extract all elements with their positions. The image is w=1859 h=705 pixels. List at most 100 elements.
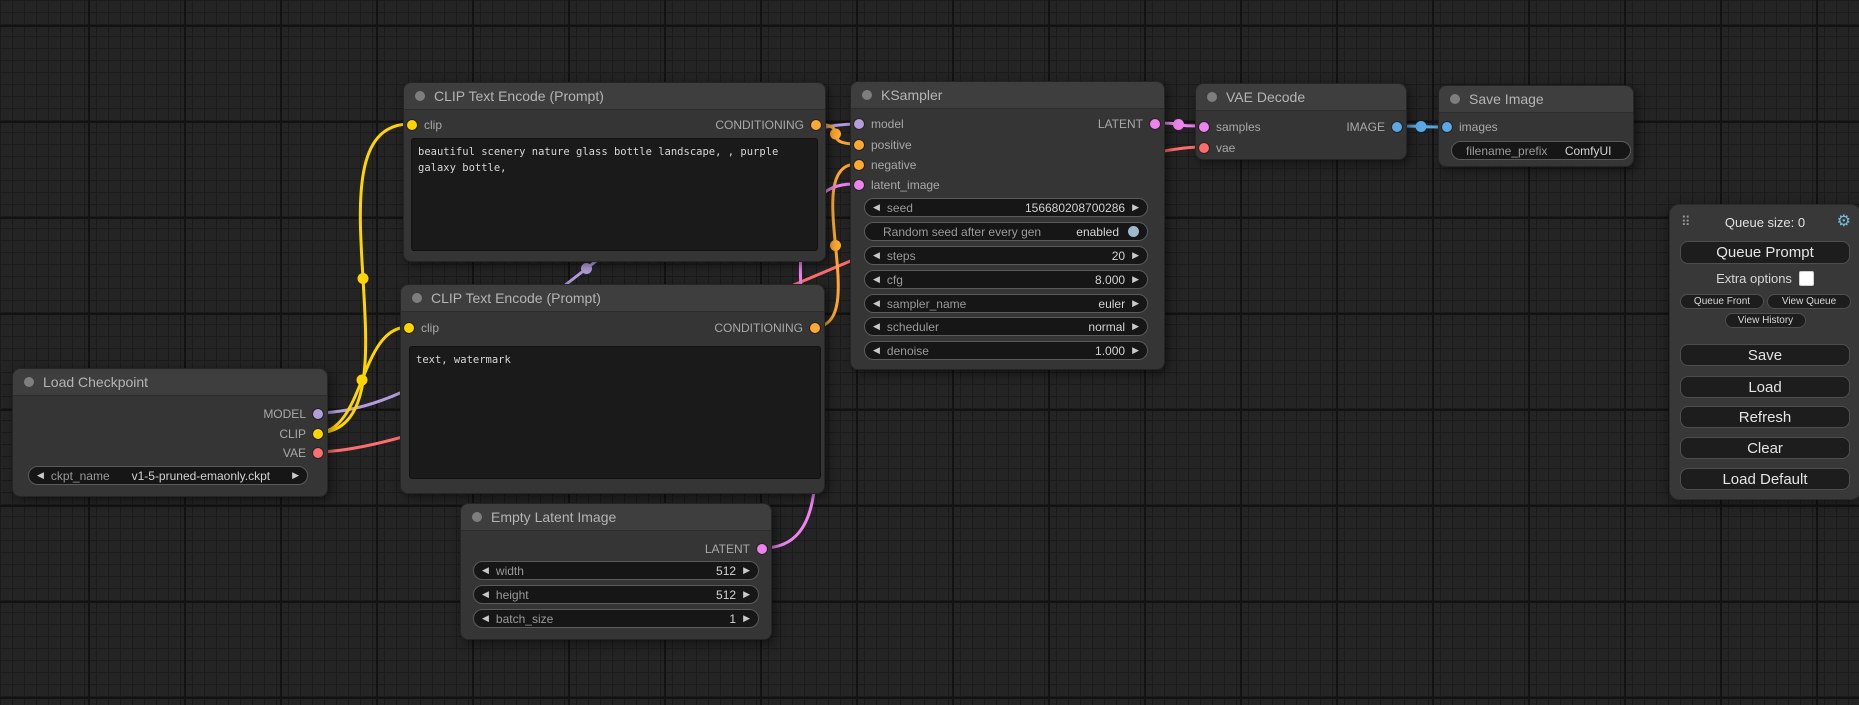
steps-widget[interactable]: ◀ steps 20 ▶ — [864, 246, 1148, 265]
arrow-left-icon[interactable]: ◀ — [873, 203, 880, 212]
widget-value: 156680208700286 — [1025, 201, 1125, 215]
sampler-name-widget[interactable]: ◀ sampler_name euler ▶ — [864, 294, 1148, 313]
filename-prefix-widget[interactable]: filename_prefix ComfyUI — [1451, 141, 1631, 160]
collapse-dot-icon[interactable] — [472, 512, 482, 522]
output-dot-conditioning[interactable] — [811, 120, 821, 130]
node-title-bar[interactable]: VAE Decode — [1196, 84, 1406, 111]
extra-options-checkbox[interactable] — [1799, 271, 1814, 286]
output-dot-conditioning[interactable] — [810, 323, 820, 333]
denoise-widget[interactable]: ◀ denoise 1.000 ▶ — [864, 341, 1148, 360]
arrow-left-icon[interactable]: ◀ — [873, 346, 880, 355]
prompt-textarea[interactable]: text, watermark — [409, 346, 821, 479]
toggle-enabled-icon[interactable] — [1128, 226, 1139, 237]
height-widget[interactable]: ◀ height 512 ▶ — [473, 585, 759, 604]
arrow-right-icon[interactable]: ▶ — [1132, 203, 1139, 212]
random-seed-widget[interactable]: Random seed after every gen enabled — [864, 222, 1148, 241]
collapse-dot-icon[interactable] — [862, 90, 872, 100]
collapse-dot-icon[interactable] — [415, 91, 425, 101]
arrow-left-icon[interactable]: ◀ — [482, 590, 489, 599]
arrow-left-icon[interactable]: ◀ — [873, 322, 880, 331]
node-title-bar[interactable]: Load Checkpoint — [13, 369, 327, 396]
slot-label: images — [1459, 120, 1498, 134]
arrow-left-icon[interactable]: ◀ — [873, 299, 880, 308]
arrow-left-icon[interactable]: ◀ — [482, 566, 489, 575]
node-vae-decode[interactable]: VAE Decode samples vae IMAGE — [1195, 83, 1407, 160]
view-history-button[interactable]: View History — [1725, 313, 1806, 328]
node-title-bar[interactable]: CLIP Text Encode (Prompt) — [401, 285, 824, 312]
queue-front-button[interactable]: Queue Front — [1680, 294, 1764, 309]
prompt-textarea[interactable]: beautiful scenery nature glass bottle la… — [411, 138, 818, 251]
arrow-right-icon[interactable]: ▶ — [743, 566, 750, 575]
input-dot-vae[interactable] — [1199, 143, 1209, 153]
output-dot-vae[interactable] — [313, 448, 323, 458]
input-slot-positive: positive — [854, 135, 912, 155]
slot-label: MODEL — [263, 407, 306, 421]
drag-handle-icon[interactable]: ⠿ — [1681, 214, 1691, 230]
load-button[interactable]: Load — [1680, 376, 1850, 398]
output-dot-clip[interactable] — [313, 429, 323, 439]
ckpt-name-widget[interactable]: ◀ ckpt_name v1-5-pruned-emaonly.ckpt ▶ — [28, 466, 308, 485]
collapse-dot-icon[interactable] — [24, 377, 34, 387]
queue-prompt-button[interactable]: Queue Prompt — [1680, 241, 1850, 264]
collapse-dot-icon[interactable] — [1450, 94, 1460, 104]
node-title-bar[interactable]: Empty Latent Image — [461, 504, 771, 531]
arrow-right-icon[interactable]: ▶ — [1132, 299, 1139, 308]
arrow-right-icon[interactable]: ▶ — [1132, 322, 1139, 331]
slot-label: model — [871, 117, 904, 131]
arrow-right-icon[interactable]: ▶ — [1132, 346, 1139, 355]
clear-button[interactable]: Clear — [1680, 437, 1850, 459]
node-title-bar[interactable]: CLIP Text Encode (Prompt) — [404, 83, 825, 110]
input-dot-negative[interactable] — [854, 160, 864, 170]
input-slot-vae: vae — [1199, 138, 1235, 158]
load-default-button[interactable]: Load Default — [1680, 468, 1850, 490]
node-clip-text-encode-positive[interactable]: CLIP Text Encode (Prompt) clip CONDITION… — [403, 82, 826, 262]
arrow-right-icon[interactable]: ▶ — [1132, 275, 1139, 284]
slot-label: latent_image — [871, 178, 940, 192]
arrow-right-icon[interactable]: ▶ — [743, 614, 750, 623]
arrow-right-icon[interactable]: ▶ — [1132, 251, 1139, 260]
width-widget[interactable]: ◀ width 512 ▶ — [473, 561, 759, 580]
view-queue-button[interactable]: View Queue — [1767, 294, 1851, 309]
arrow-right-icon[interactable]: ▶ — [743, 590, 750, 599]
arrow-left-icon[interactable]: ◀ — [37, 471, 44, 480]
input-dot-clip[interactable] — [407, 120, 417, 130]
input-dot-latent-image[interactable] — [854, 180, 864, 190]
input-dot-images[interactable] — [1442, 122, 1452, 132]
arrow-right-icon[interactable]: ▶ — [292, 471, 299, 480]
graph-canvas[interactable]: Load Checkpoint MODEL CLIP VAE ◀ ckpt_na… — [0, 0, 1859, 705]
arrow-left-icon[interactable]: ◀ — [873, 251, 880, 260]
output-dot-latent[interactable] — [1150, 119, 1160, 129]
node-ksampler[interactable]: KSampler model positive negative latent_… — [850, 81, 1165, 370]
output-dot-model[interactable] — [313, 409, 323, 419]
node-empty-latent-image[interactable]: Empty Latent Image LATENT ◀ width 512 ▶ … — [460, 503, 772, 640]
slot-label: negative — [871, 158, 916, 172]
widget-label: batch_size — [496, 612, 553, 626]
node-save-image[interactable]: Save Image images filename_prefix ComfyU… — [1438, 85, 1634, 167]
node-title-bar[interactable]: Save Image — [1439, 86, 1633, 113]
settings-gear-icon[interactable]: ⚙ — [1837, 212, 1851, 232]
output-slot-latent: LATENT — [705, 539, 767, 559]
save-button[interactable]: Save — [1680, 344, 1850, 366]
batch-size-widget[interactable]: ◀ batch_size 1 ▶ — [473, 609, 759, 628]
slot-label: VAE — [283, 446, 306, 460]
collapse-dot-icon[interactable] — [412, 293, 422, 303]
input-dot-positive[interactable] — [854, 140, 864, 150]
output-slot-clip: CLIP — [279, 424, 323, 444]
arrow-left-icon[interactable]: ◀ — [873, 275, 880, 284]
input-dot-samples[interactable] — [1199, 122, 1209, 132]
collapse-dot-icon[interactable] — [1207, 92, 1217, 102]
output-dot-latent[interactable] — [757, 544, 767, 554]
seed-widget[interactable]: ◀ seed 156680208700286 ▶ — [864, 198, 1148, 217]
cfg-widget[interactable]: ◀ cfg 8.000 ▶ — [864, 270, 1148, 289]
node-title-bar[interactable]: KSampler — [851, 82, 1164, 109]
input-dot-model[interactable] — [854, 119, 864, 129]
arrow-left-icon[interactable]: ◀ — [482, 614, 489, 623]
output-dot-image[interactable] — [1392, 122, 1402, 132]
node-clip-text-encode-negative[interactable]: CLIP Text Encode (Prompt) clip CONDITION… — [400, 284, 825, 494]
scheduler-widget[interactable]: ◀ scheduler normal ▶ — [864, 317, 1148, 336]
refresh-button[interactable]: Refresh — [1680, 406, 1850, 428]
input-dot-clip[interactable] — [404, 323, 414, 333]
node-load-checkpoint[interactable]: Load Checkpoint MODEL CLIP VAE ◀ ckpt_na… — [12, 368, 328, 497]
widget-label: denoise — [887, 344, 929, 358]
widget-label: scheduler — [887, 320, 939, 334]
